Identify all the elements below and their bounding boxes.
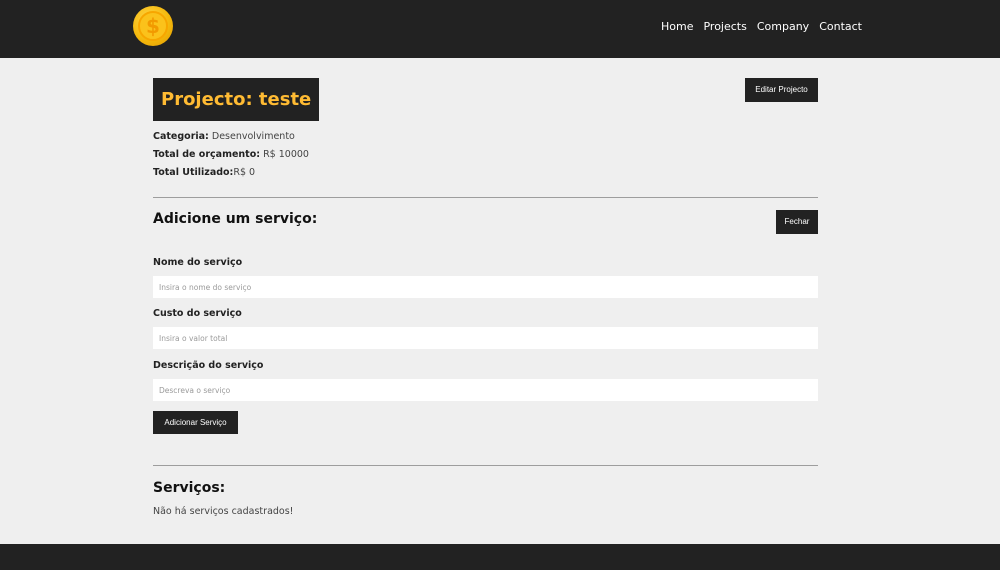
coin-logo-icon[interactable]: $ <box>133 6 173 46</box>
close-form-button[interactable]: Fechar <box>776 210 818 234</box>
edit-project-button[interactable]: Editar Projecto <box>745 78 818 102</box>
used-value: R$ 0 <box>233 167 256 178</box>
footer <box>0 544 1000 570</box>
divider <box>153 465 818 466</box>
divider <box>153 197 818 198</box>
project-title: Projecto: teste <box>153 78 320 121</box>
service-cost-input[interactable] <box>153 327 818 349</box>
budget-value: R$ 10000 <box>263 149 309 160</box>
service-cost-label: Custo do serviço <box>153 308 242 319</box>
nav-link-projects[interactable]: Projects <box>703 20 746 33</box>
nav-links: Home Projects Company Contact <box>661 20 862 33</box>
service-description-label: Descrição do serviço <box>153 360 264 371</box>
used-label: Total Utilizado: <box>153 167 234 178</box>
services-title: Serviços: <box>153 480 226 496</box>
project-category: Categoria: Desenvolvimento <box>153 131 295 142</box>
empty-services-message: Não há serviços cadastrados! <box>153 506 294 517</box>
nav-link-home[interactable]: Home <box>661 20 693 33</box>
service-name-input[interactable] <box>153 276 818 298</box>
nav-link-contact[interactable]: Contact <box>819 20 862 33</box>
nav-link-company[interactable]: Company <box>757 20 809 33</box>
top-navbar: $ Home Projects Company Contact <box>0 0 1000 58</box>
category-value: Desenvolvimento <box>211 131 295 142</box>
budget-label: Total de orçamento: <box>153 149 261 160</box>
add-service-title: Adicione um serviço: <box>153 211 318 227</box>
service-name-label: Nome do serviço <box>153 257 243 268</box>
project-budget: Total de orçamento: R$ 10000 <box>153 149 309 160</box>
category-label: Categoria: <box>153 131 209 142</box>
service-description-input[interactable] <box>153 379 818 401</box>
project-used: Total Utilizado:R$ 0 <box>153 167 255 178</box>
dollar-sign-icon: $ <box>138 11 168 41</box>
add-service-button[interactable]: Adicionar Serviço <box>153 411 238 434</box>
